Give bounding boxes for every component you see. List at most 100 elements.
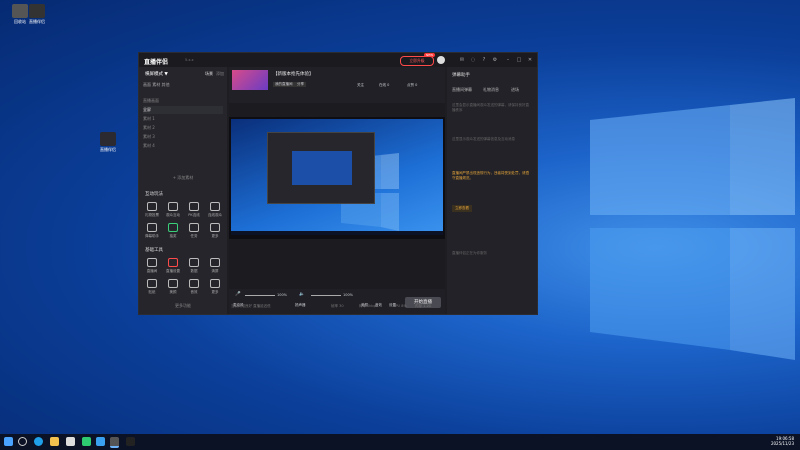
desktop-shortcut[interactable]: 直播伴侣 bbox=[88, 132, 128, 152]
sticker-tool[interactable]: 贴纸 bbox=[142, 279, 162, 295]
live-settings-icon bbox=[168, 258, 178, 267]
audience-tool[interactable]: 观众互动 bbox=[163, 202, 183, 218]
taskbar: 19:06:58 2025/11/23 bbox=[0, 434, 800, 450]
bottom-hint: 直播伴侣正在为你服务 bbox=[452, 251, 487, 255]
app-icon bbox=[29, 4, 45, 18]
right-panel: 弹幕助手 直播间弹幕 礼物消息 进场 这里会显示直播间观众发送的弹幕，请保持良好… bbox=[447, 67, 537, 314]
interaction-title: 互动玩法 bbox=[145, 192, 163, 197]
upgrade-button[interactable]: 立即升级 bbox=[400, 56, 434, 66]
tab-danmu[interactable]: 直播间弹幕 bbox=[452, 87, 472, 93]
avatar[interactable] bbox=[437, 56, 445, 64]
stream-thumbnail[interactable] bbox=[232, 70, 268, 90]
stat-mem: 内存 1.2G bbox=[415, 304, 432, 308]
source-item[interactable]: 素材 1 bbox=[143, 115, 223, 123]
mic-slider[interactable] bbox=[245, 295, 275, 296]
more-basic-tool[interactable]: 更多 bbox=[205, 279, 225, 295]
desktop-icon-app[interactable]: 直播伴侣 bbox=[17, 4, 57, 24]
left-panel: 横屏模式 ▼ 场景 添加 画面 素材 其他 直播画面 全屏 素材 1 素材 2 … bbox=[139, 67, 227, 314]
live-settings-tool[interactable]: 直播设置 bbox=[163, 258, 183, 274]
pk-tool[interactable]: PK连线 bbox=[184, 202, 204, 218]
mic-icon[interactable]: 🎤 bbox=[235, 292, 241, 297]
feedback-icon[interactable]: ◌ bbox=[470, 57, 476, 63]
message-icon[interactable]: ✉ bbox=[459, 57, 465, 63]
more-icon bbox=[210, 223, 220, 232]
speaker-level: 100% bbox=[343, 293, 354, 297]
stream-info: 【新版本抢先体验】 我的直播间 分享 关注 在线 0 点赞 0 bbox=[229, 67, 445, 103]
tab-add[interactable]: 添加 bbox=[216, 71, 224, 77]
like-status: 点赞 0 bbox=[407, 83, 418, 87]
add-source-button[interactable]: + 添加素材 bbox=[139, 175, 227, 181]
beauty-tool[interactable]: 美颜 bbox=[163, 279, 183, 295]
clock[interactable]: 19:06:58 2025/11/23 bbox=[771, 436, 794, 446]
stream-title[interactable]: 【新版本抢先体验】 bbox=[273, 71, 314, 77]
help-icon[interactable]: ? bbox=[481, 57, 487, 63]
task-tool[interactable]: 任务 bbox=[184, 223, 204, 239]
search-icon[interactable] bbox=[18, 437, 27, 446]
source-item[interactable]: 素材 4 bbox=[143, 142, 223, 150]
sound-icon bbox=[189, 279, 199, 288]
gift-vote-tool[interactable]: 礼物投票 bbox=[142, 202, 162, 218]
taskbar-app-icon[interactable] bbox=[96, 437, 105, 446]
wechat-icon[interactable] bbox=[82, 437, 91, 446]
danmu-hint: 这里会显示直播间观众发送的弹幕，请保持良好直播秩序 bbox=[452, 103, 529, 112]
tab-scene[interactable]: 场景 bbox=[205, 71, 213, 77]
clock-date: 2025/11/23 bbox=[770, 441, 794, 446]
app-shortcut-icon bbox=[100, 132, 116, 146]
sticker-icon bbox=[147, 279, 157, 288]
audience-icon bbox=[168, 202, 178, 211]
follow-status: 关注 bbox=[357, 83, 364, 87]
clear-tool[interactable]: 清屏 bbox=[205, 258, 225, 274]
windows-logo-wallpaper bbox=[590, 98, 795, 360]
tools-title: 基础工具 bbox=[145, 248, 163, 253]
sound-tool[interactable]: 音效 bbox=[184, 279, 204, 295]
title-bar: 直播伴侣 5.x.x 立即升级 NEW ✉ ◌ ? ⚙ – □ ✕ bbox=[139, 53, 537, 67]
live-companion-window: 直播伴侣 5.x.x 立即升级 NEW ✉ ◌ ? ⚙ – □ ✕ 横屏模式 ▼… bbox=[138, 52, 538, 315]
settings-taskbar-icon[interactable] bbox=[126, 437, 135, 446]
speaker-icon[interactable]: 🔈 bbox=[299, 292, 305, 297]
status-bar: 当前网络良好 直播延迟低 帧率 30 码率 0kbps CPU 8% 内存 1.… bbox=[231, 304, 531, 309]
control-bar: 🎤 麦克风 100% 🔈 扬声器 100% 美颜 音效 设置 开始直播 bbox=[229, 289, 445, 314]
message-hint: 这里显示观众发送的弹幕信息及互动消息 bbox=[452, 137, 515, 141]
stat-cpu: CPU 8% bbox=[393, 304, 407, 308]
tab-gift[interactable]: 礼物消息 bbox=[483, 87, 499, 93]
room-tool[interactable]: 直播间 bbox=[142, 258, 162, 274]
task-icon bbox=[189, 223, 199, 232]
start-button[interactable] bbox=[4, 437, 13, 446]
explorer-icon[interactable] bbox=[50, 437, 59, 446]
data-tool[interactable]: 数据 bbox=[184, 258, 204, 274]
minimize-icon[interactable]: – bbox=[505, 57, 511, 63]
room-icon bbox=[147, 258, 157, 267]
more-icon bbox=[210, 279, 220, 288]
stat-fps: 帧率 30 bbox=[331, 304, 344, 308]
app-version: 5.x.x bbox=[185, 58, 194, 62]
store-icon[interactable] bbox=[66, 437, 75, 446]
live-preview[interactable] bbox=[229, 117, 445, 239]
nested-preview-window bbox=[267, 132, 375, 204]
sources-header: 画面 素材 其他 bbox=[143, 82, 170, 87]
clear-icon bbox=[210, 258, 220, 267]
settings-icon[interactable]: ⚙ bbox=[492, 57, 498, 63]
shield-icon bbox=[147, 223, 157, 232]
source-item[interactable]: 素材 3 bbox=[143, 133, 223, 141]
share-tag[interactable]: 分享 bbox=[295, 82, 306, 87]
speaker-slider[interactable] bbox=[311, 295, 341, 296]
tab-enter[interactable]: 进场 bbox=[511, 87, 519, 93]
room-tag[interactable]: 我的直播间 bbox=[273, 82, 295, 87]
stat-bitrate: 码率 0kbps bbox=[359, 304, 378, 308]
desktop-icon-label: 直播伴侣 bbox=[29, 19, 45, 24]
source-item[interactable]: 全屏 bbox=[143, 106, 223, 114]
more-tools-button[interactable]: 更多功能 bbox=[139, 303, 227, 309]
maximize-icon[interactable]: □ bbox=[516, 57, 522, 63]
live-companion-taskbar-icon[interactable] bbox=[110, 437, 119, 448]
center-panel: 【新版本抢先体验】 我的直播间 分享 关注 在线 0 点赞 0 🎤 麦克风 10… bbox=[229, 67, 445, 314]
source-item[interactable]: 素材 2 bbox=[143, 124, 223, 132]
connect-tool[interactable]: 连线观众 bbox=[205, 202, 225, 218]
more-interaction-tool[interactable]: 更多 bbox=[205, 223, 225, 239]
lottery-tool[interactable]: 抽奖 bbox=[163, 223, 183, 239]
source-item[interactable]: 直播画面 bbox=[143, 97, 223, 105]
view-link-button[interactable]: 立即查看 bbox=[452, 205, 472, 212]
edge-icon[interactable] bbox=[34, 437, 43, 446]
scene-mode-select[interactable]: 横屏模式 ▼ bbox=[145, 71, 168, 77]
close-icon[interactable]: ✕ bbox=[527, 57, 533, 63]
danmu-tool[interactable]: 弹幕助手 bbox=[142, 223, 162, 239]
